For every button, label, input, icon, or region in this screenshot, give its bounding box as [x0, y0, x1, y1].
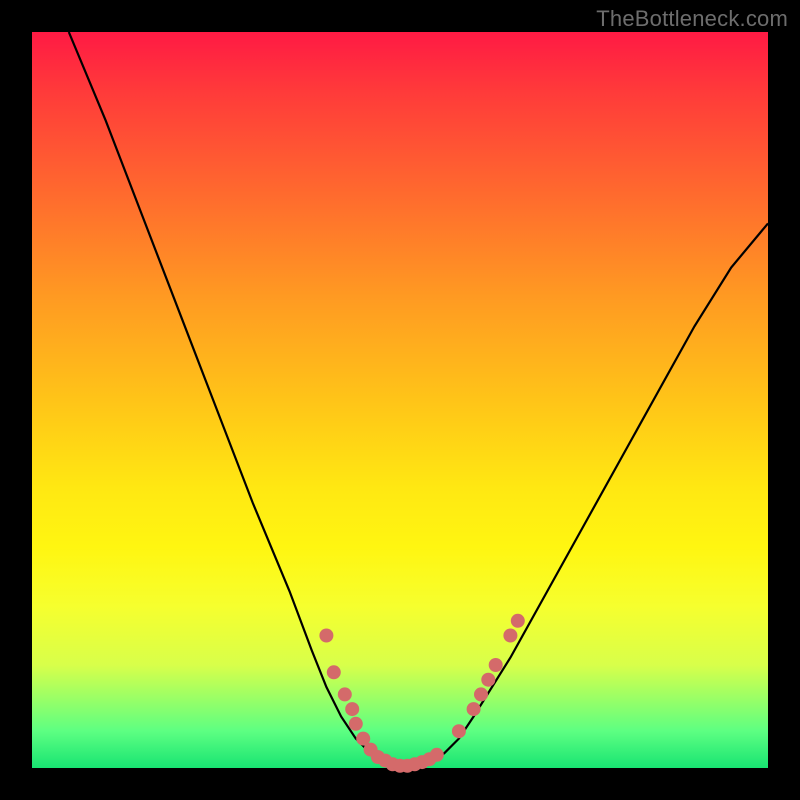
curve-dot [430, 748, 444, 762]
curve-dot [319, 629, 333, 643]
curve-dot [452, 724, 466, 738]
plot-area [32, 32, 768, 768]
curve-dot [481, 673, 495, 687]
curve-dot [349, 717, 363, 731]
curve-dot [467, 702, 481, 716]
curve-dots-group [319, 614, 524, 773]
curve-dot [345, 702, 359, 716]
curve-dot [489, 658, 503, 672]
watermark-text: TheBottleneck.com [596, 6, 788, 32]
bottleneck-curve-svg [32, 32, 768, 768]
curve-dot [503, 629, 517, 643]
curve-dot [338, 687, 352, 701]
curve-dot [327, 665, 341, 679]
bottleneck-curve-path [69, 32, 768, 768]
chart-frame: TheBottleneck.com [0, 0, 800, 800]
curve-dot [474, 687, 488, 701]
curve-dot [511, 614, 525, 628]
